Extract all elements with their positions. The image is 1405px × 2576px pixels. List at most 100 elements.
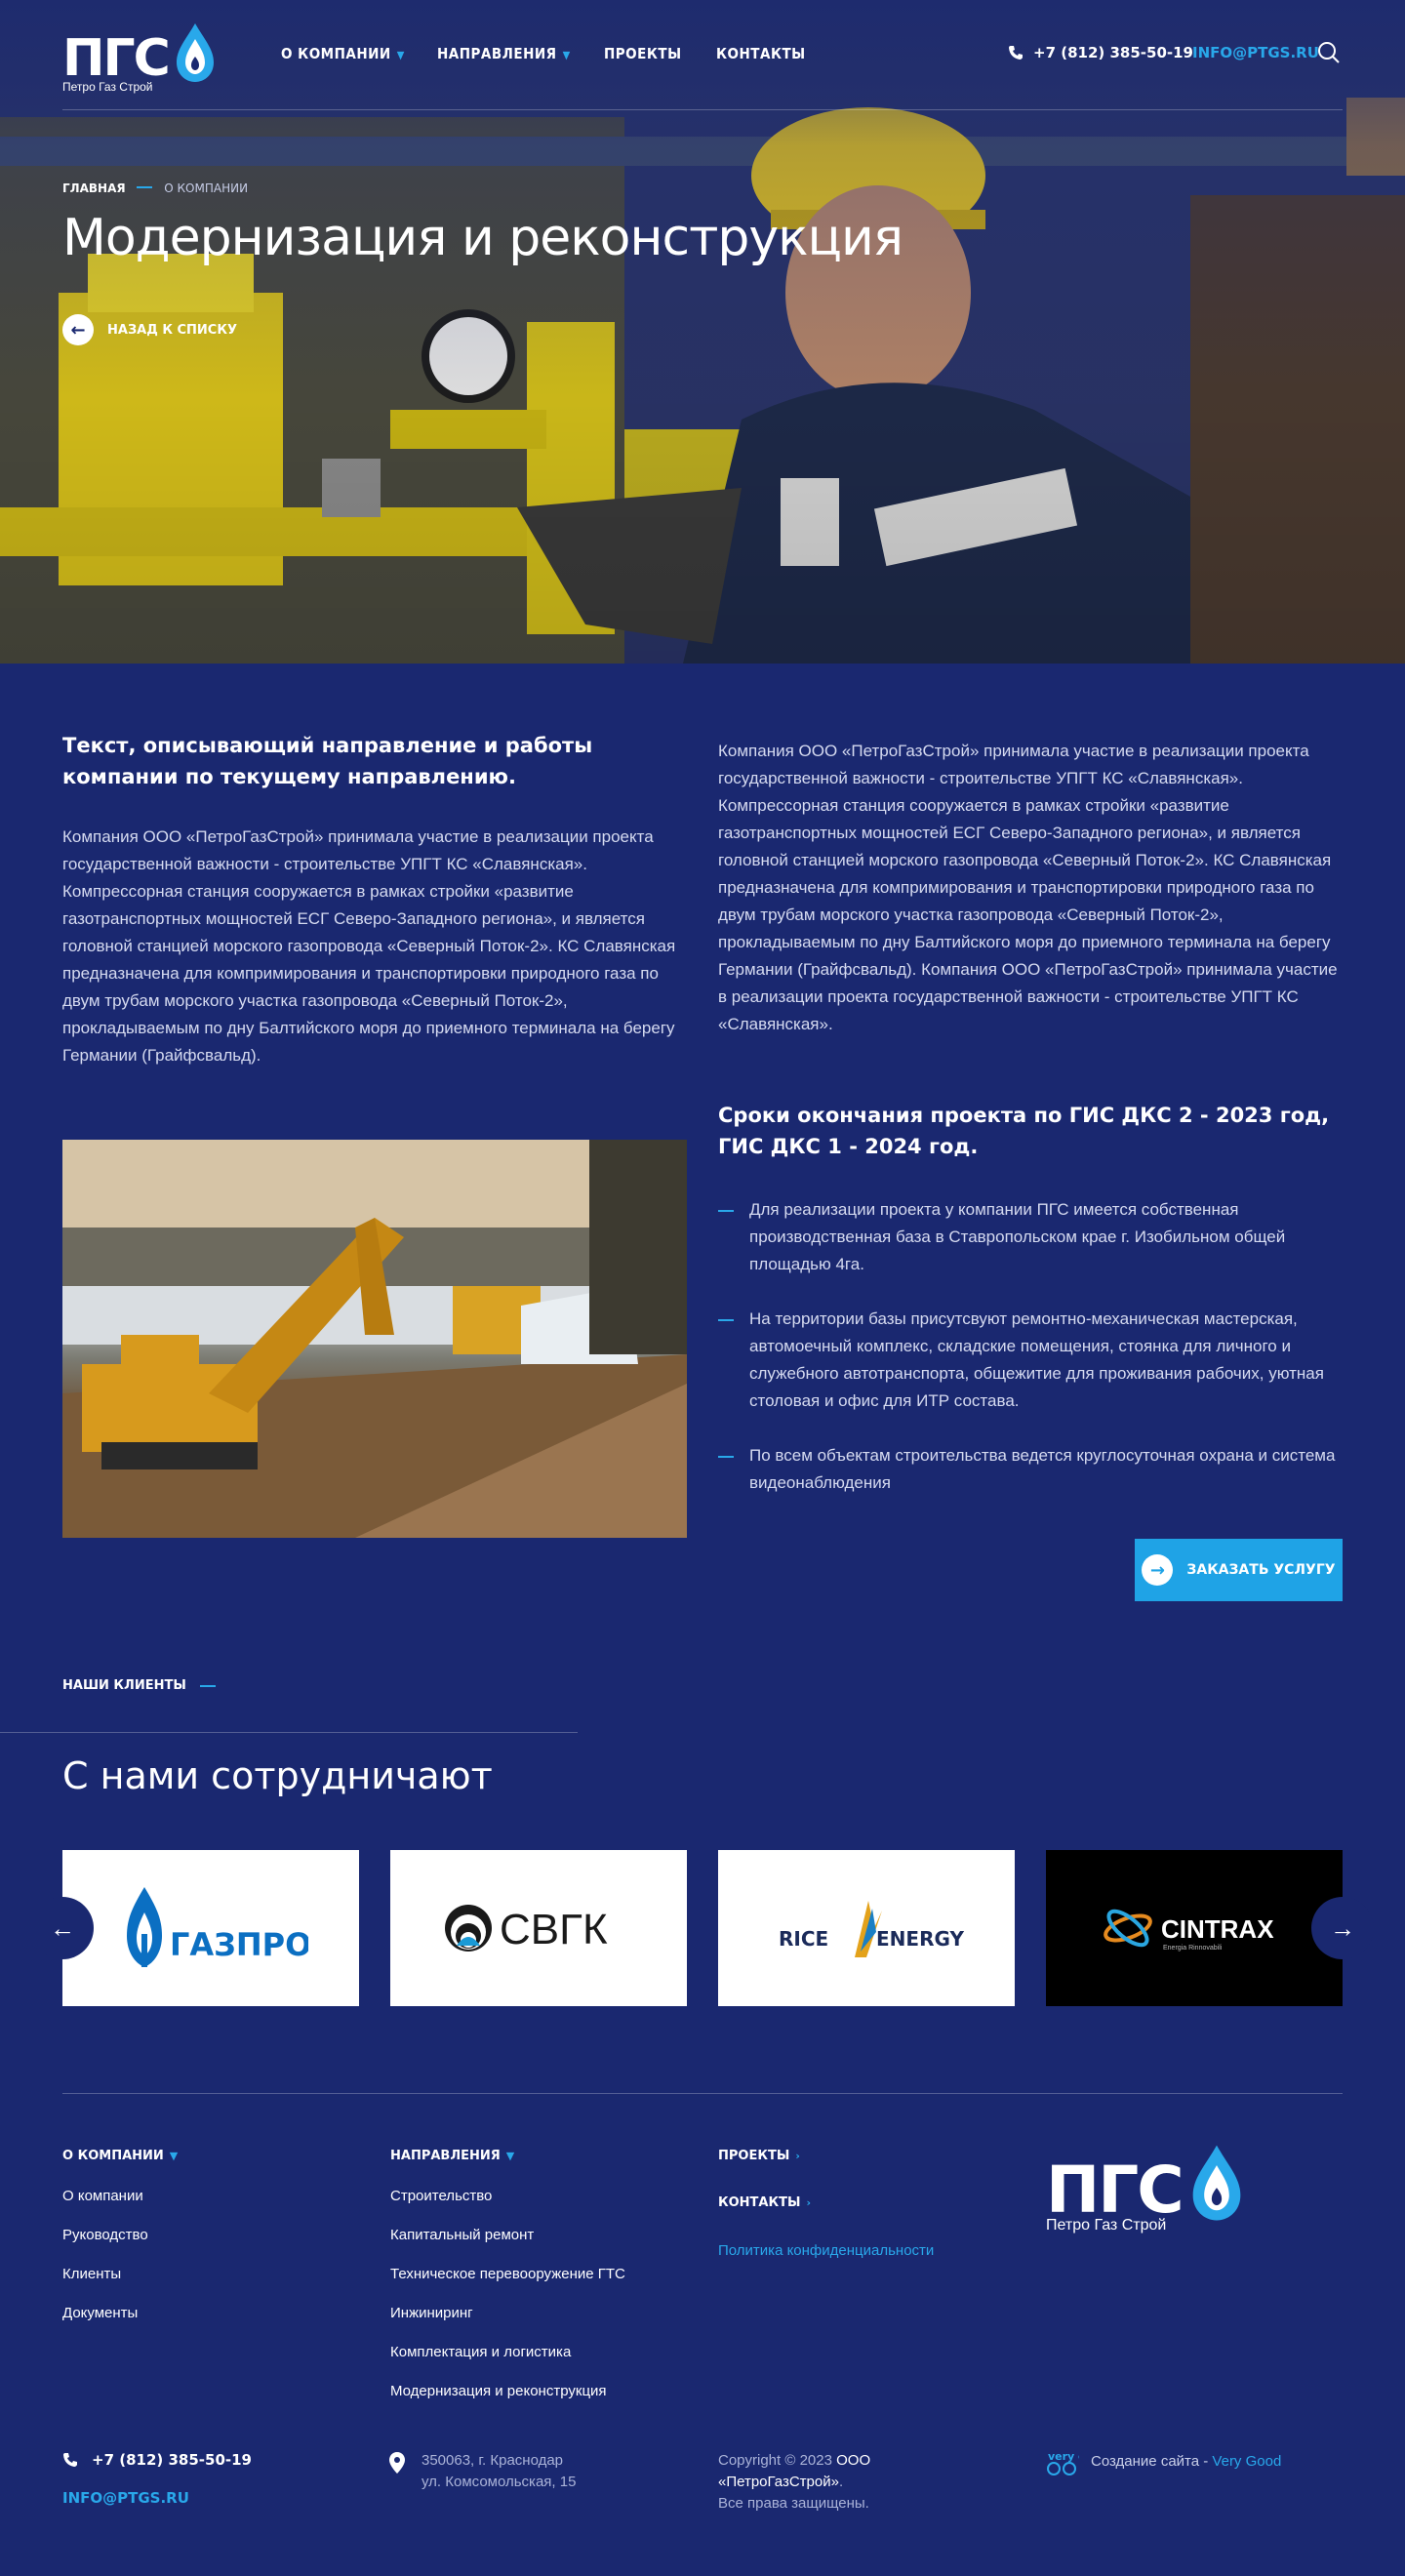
footer-contacts-label: КОНТАКТЫ: [718, 2195, 801, 2210]
copyright-suffix: .: [838, 2474, 844, 2490]
address-line: ул. Комсомольская, 15: [422, 2474, 577, 2490]
svg-text:ENERGY: ENERGY: [876, 1927, 964, 1951]
list-item: По всем объектам строительства ведется к…: [718, 1442, 1343, 1497]
chevron-right-icon: ›: [795, 2150, 800, 2162]
clients-divider: [0, 1732, 578, 1733]
header-phone-text: +7 (812) 385-50-19: [1033, 44, 1193, 61]
footer-link[interactable]: Капитальный ремонт: [390, 2227, 534, 2243]
breadcrumb-current: О КОМПАНИИ: [164, 181, 249, 195]
right-paragraph: Компания ООО «ПетроГазСтрой» принимала у…: [718, 742, 1338, 1033]
footer-link[interactable]: Инжиниринг: [390, 2305, 473, 2321]
footer-copyright: Copyright © 2023 ООО «ПетроГазСтрой». Вс…: [718, 2450, 913, 2515]
cintrax-logo: CINTRAX Energia Rinnovabili: [1104, 1909, 1274, 1952]
list-item: На территории базы присутсвуют ремонтно-…: [718, 1306, 1343, 1415]
client-logo-gazprom[interactable]: ГАЗПРОМ: [62, 1850, 359, 2006]
nav-directions[interactable]: НАПРАВЛЕНИЯ ▼: [437, 45, 571, 62]
address-line: 350063, г. Краснодар: [422, 2452, 564, 2469]
section-dash: [199, 1684, 216, 1687]
svg-text:RICE: RICE: [779, 1927, 828, 1951]
gas-flame-icon: [176, 23, 214, 82]
list-item: Для реализации проекта у компании ПГС им…: [718, 1196, 1343, 1278]
nav-directions-label: НАПРАВЛЕНИЯ: [437, 45, 557, 62]
clients-title: С нами сотрудничают: [62, 1754, 493, 1797]
footer-link[interactable]: Клиенты: [62, 2266, 121, 2282]
very-good-link[interactable]: Very Good: [1212, 2453, 1281, 2470]
footer-about-title: О КОМПАНИИ: [62, 2149, 164, 2163]
breadcrumb-home[interactable]: ГЛАВНАЯ: [62, 181, 126, 195]
footer-projects-link[interactable]: ПРОЕКТЫ ›: [718, 2149, 800, 2163]
nav-about[interactable]: О КОМПАНИИ ▼: [281, 45, 405, 62]
footer-logo[interactable]: ПГС Петро Газ Строй: [1046, 2143, 1243, 2234]
nav-projects-label: ПРОЕКТЫ: [604, 45, 682, 62]
chevron-down-icon: ▼: [396, 49, 405, 61]
clients-section-label: НАШИ КЛИЕНТЫ: [62, 1678, 216, 1693]
chevron-down-icon: ▼: [169, 2150, 179, 2162]
footer-divider: [62, 2093, 1343, 2094]
nav-projects[interactable]: ПРОЕКТЫ: [604, 45, 682, 62]
footer-phone-text: +7 (812) 385-50-19: [92, 2451, 252, 2469]
svg-text:СВГК: СВГК: [500, 1906, 608, 1953]
footer-link[interactable]: Комплектация и логистика: [390, 2344, 571, 2360]
svg-text:very good: very good: [1048, 2450, 1079, 2463]
map-pin-icon: [389, 2452, 405, 2474]
excavator-photo: [62, 1140, 687, 1538]
nav-contacts[interactable]: КОНТАКТЫ: [716, 45, 806, 62]
deadline-title: Сроки окончания проекта по ГИС ДКС 2 - 2…: [718, 1104, 1330, 1158]
chevron-right-icon: ›: [806, 2196, 811, 2209]
arrow-left-icon: ←: [62, 314, 94, 345]
made-by-label: Создание сайта -: [1091, 2453, 1213, 2470]
arrow-right-icon: →: [1142, 1554, 1174, 1586]
header-email[interactable]: INFO@PTGS.RU: [1192, 44, 1319, 61]
footer-link[interactable]: Документы: [62, 2305, 138, 2321]
very-good-logo: very good: [1047, 2450, 1079, 2475]
made-by: very good Создание сайта - Very Good: [1046, 2447, 1281, 2476]
client-logo-cintrax[interactable]: CINTRAX Energia Rinnovabili: [1046, 1850, 1343, 2006]
svg-text:CINTRAX: CINTRAX: [1161, 1914, 1274, 1944]
svg-text:Energia Rinnovabili: Energia Rinnovabili: [1163, 1945, 1223, 1952]
nav-about-label: О КОМПАНИИ: [281, 45, 391, 62]
svgk-logo: СВГК: [445, 1905, 608, 1953]
footer-contacts-link[interactable]: КОНТАКТЫ ›: [718, 2195, 811, 2210]
footer-directions-heading[interactable]: НАПРАВЛЕНИЯ ▼: [390, 2149, 514, 2163]
copyright-prefix: Copyright © 2023: [718, 2452, 837, 2469]
page-title: Модернизация и реконструкция: [62, 209, 903, 267]
footer-projects-label: ПРОЕКТЫ: [718, 2149, 790, 2163]
gazprom-logo: ГАЗПРОМ: [127, 1887, 308, 1967]
search-icon[interactable]: [1317, 41, 1341, 64]
clients-label-text: НАШИ КЛИЕНТЫ: [62, 1678, 186, 1693]
back-to-list-link[interactable]: ← НАЗАД К СПИСКУ: [62, 314, 237, 345]
carousel-next-button[interactable]: →: [1311, 1897, 1374, 1959]
footer-about-heading[interactable]: О КОМПАНИИ ▼: [62, 2149, 178, 2163]
chevron-down-icon: ▼: [562, 49, 571, 61]
footer-link[interactable]: Техническое перевооружение ГТС: [390, 2266, 625, 2282]
lead-title: Текст, описывающий направление и работы …: [62, 734, 593, 788]
chevron-down-icon: ▼: [505, 2150, 515, 2162]
footer-phone[interactable]: +7 (812) 385-50-19: [62, 2451, 252, 2469]
svg-text:ГАЗПРОМ: ГАЗПРОМ: [170, 1926, 308, 1963]
order-service-button[interactable]: → ЗАКАЗАТЬ УСЛУГУ: [1135, 1539, 1343, 1601]
logo-text: ПГС: [62, 29, 171, 88]
phone-icon: [1009, 46, 1023, 60]
carousel-prev-button[interactable]: ←: [31, 1897, 94, 1959]
privacy-policy-link[interactable]: Политика конфиденциальности: [718, 2242, 934, 2259]
header-phone[interactable]: +7 (812) 385-50-19: [1008, 44, 1193, 61]
breadcrumb-separator: [137, 186, 153, 188]
nav-contacts-label: КОНТАКТЫ: [716, 45, 806, 62]
footer-link[interactable]: Строительство: [390, 2188, 492, 2204]
rice-energy-logo: RICE ENERGY: [779, 1901, 964, 1957]
left-paragraph: Компания ООО «ПетроГазСтрой» принимала у…: [62, 827, 676, 1065]
footer-logo-text: ПГС: [1046, 2153, 1184, 2228]
header-divider: [62, 109, 1343, 110]
site-logo[interactable]: ПГС Петро Газ Строй: [62, 21, 216, 94]
arrow-right-icon: →: [1330, 1912, 1355, 1943]
order-service-label: ЗАКАЗАТЬ УСЛУГУ: [1186, 1562, 1336, 1578]
footer-directions-title: НАПРАВЛЕНИЯ: [390, 2149, 501, 2163]
footer-email[interactable]: INFO@PTGS.RU: [62, 2489, 189, 2507]
client-logo-rice-energy[interactable]: RICE ENERGY: [718, 1850, 1015, 2006]
breadcrumb: ГЛАВНАЯ О КОМПАНИИ: [62, 181, 248, 195]
client-logo-svgk[interactable]: СВГК: [390, 1850, 687, 2006]
footer-link[interactable]: О компании: [62, 2188, 143, 2204]
gas-flame-icon: [1192, 2145, 1241, 2221]
footer-link[interactable]: Модернизация и реконструкция: [390, 2383, 607, 2399]
footer-link[interactable]: Руководство: [62, 2227, 148, 2243]
